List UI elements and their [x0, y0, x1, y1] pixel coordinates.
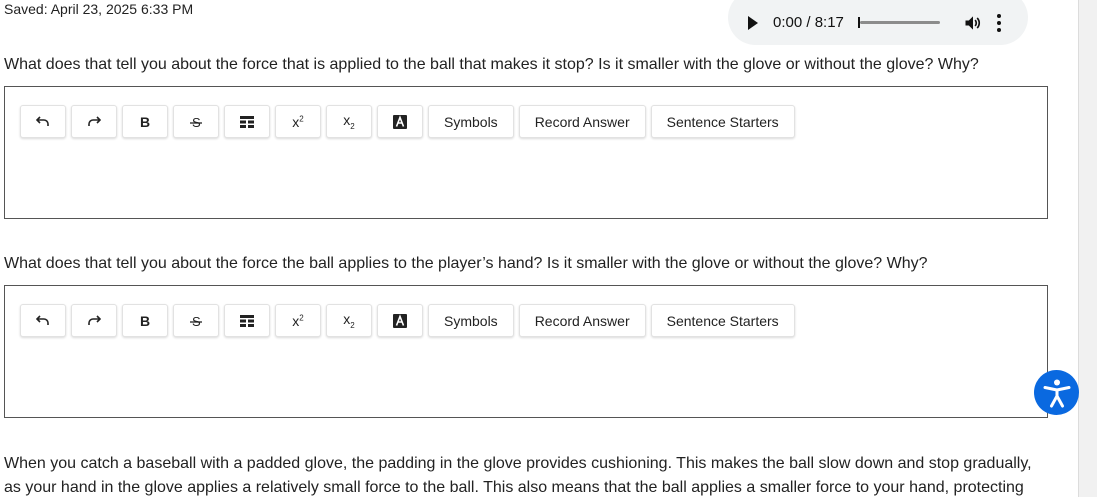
- table-icon: [240, 314, 254, 327]
- text-color-button[interactable]: [377, 105, 423, 138]
- table-button[interactable]: [224, 304, 270, 337]
- symbols-button[interactable]: Symbols: [428, 304, 514, 337]
- superscript-button[interactable]: x2: [275, 304, 321, 337]
- more-options-icon[interactable]: [996, 13, 1002, 32]
- table-icon: [240, 115, 254, 128]
- sentence-starters-button[interactable]: Sentence Starters: [650, 105, 795, 138]
- answer-editor-2[interactable]: B S x2 x2 Symbols Record Answer Sentence…: [4, 285, 1048, 418]
- strikethrough-button[interactable]: S: [173, 105, 219, 138]
- superscript-icon: x2: [292, 312, 304, 329]
- answer-editor-1[interactable]: B S x2 x2 Symbols Record Answer Sentence…: [4, 86, 1048, 219]
- text-color-icon: [393, 114, 407, 129]
- bold-icon: B: [139, 312, 151, 329]
- text-color-icon: [393, 313, 407, 328]
- undo-button[interactable]: [20, 304, 66, 337]
- audio-progress-bar[interactable]: [857, 17, 940, 28]
- subscript-button[interactable]: x2: [326, 105, 372, 138]
- record-answer-button[interactable]: Record Answer: [518, 105, 646, 138]
- svg-text:S: S: [192, 314, 201, 328]
- bold-button[interactable]: B: [122, 304, 168, 337]
- strikethrough-button[interactable]: S: [173, 304, 219, 337]
- editor-toolbar-2: B S x2 x2 Symbols Record Answer Sentence…: [20, 304, 795, 337]
- undo-icon: [36, 115, 49, 126]
- redo-button[interactable]: [71, 105, 117, 138]
- volume-icon[interactable]: [962, 13, 984, 33]
- bold-button[interactable]: B: [122, 105, 168, 138]
- play-icon[interactable]: [748, 15, 758, 30]
- text-color-button[interactable]: [377, 304, 423, 337]
- svg-text:S: S: [192, 115, 201, 129]
- question-2: What does that tell you about the force …: [4, 255, 928, 272]
- audio-time: 0:00 / 8:17: [773, 14, 844, 31]
- undo-button[interactable]: [20, 105, 66, 138]
- redo-icon: [88, 314, 101, 325]
- saved-status: Saved: April 23, 2025 6:33 PM: [4, 1, 194, 17]
- redo-button[interactable]: [71, 304, 117, 337]
- subscript-icon: x2: [343, 112, 355, 131]
- superscript-button[interactable]: x2: [275, 105, 321, 138]
- table-button[interactable]: [224, 105, 270, 138]
- redo-icon: [88, 115, 101, 126]
- audio-progress-thumb[interactable]: [857, 17, 860, 28]
- question-1: What does that tell you about the force …: [4, 56, 979, 73]
- sentence-starters-button[interactable]: Sentence Starters: [650, 304, 795, 337]
- strikethrough-icon: S: [190, 314, 202, 328]
- subscript-icon: x2: [343, 311, 355, 330]
- bold-icon: B: [139, 113, 151, 130]
- editor-toolbar-1: B S x2 x2 Symbols Record Answer Sentence…: [20, 105, 795, 138]
- passage-text: When you catch a baseball with a padded …: [4, 455, 1032, 496]
- symbols-button[interactable]: Symbols: [428, 105, 514, 138]
- superscript-icon: x2: [292, 113, 304, 130]
- undo-icon: [36, 314, 49, 325]
- accessibility-button[interactable]: [1034, 370, 1079, 415]
- subscript-button[interactable]: x2: [326, 304, 372, 337]
- audio-player[interactable]: 0:00 / 8:17: [728, 0, 1028, 45]
- record-answer-button[interactable]: Record Answer: [518, 304, 646, 337]
- accessibility-icon: [1043, 379, 1070, 407]
- strikethrough-icon: S: [190, 115, 202, 129]
- page-scrollbar[interactable]: [1078, 0, 1097, 497]
